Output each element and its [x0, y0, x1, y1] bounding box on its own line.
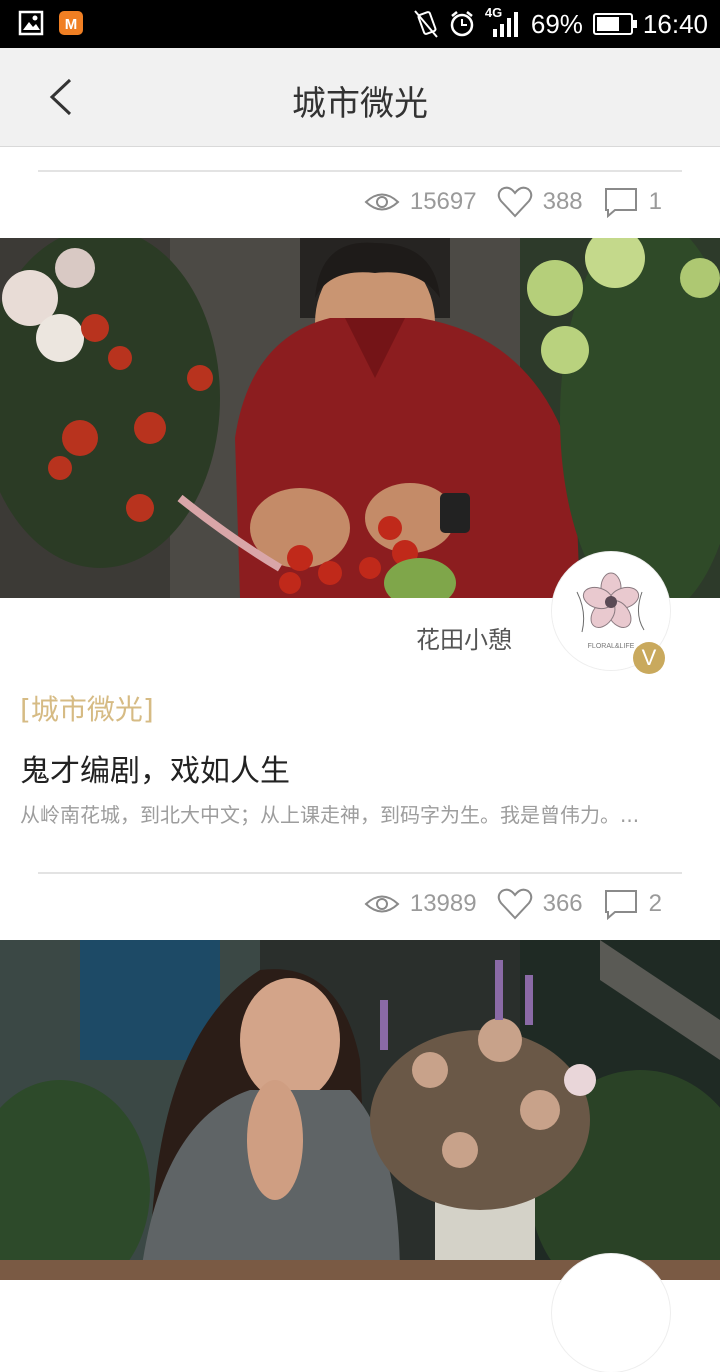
likes-stat[interactable]: 388	[497, 186, 583, 218]
comments-stat[interactable]: 1	[603, 186, 662, 218]
comments-count: 1	[648, 188, 662, 215]
article-title[interactable]: 鬼才编剧，戏如人生	[20, 746, 290, 790]
app-icon: M	[59, 11, 83, 35]
author-avatar[interactable]	[552, 1254, 670, 1372]
heart-icon	[497, 888, 532, 920]
vibrate-icon	[414, 10, 438, 38]
comment-icon	[604, 890, 637, 920]
heart-icon	[497, 186, 532, 218]
divider	[38, 170, 682, 172]
comments-count: 2	[648, 890, 662, 917]
eye-icon	[364, 895, 400, 913]
battery-percent: 69%	[530, 8, 583, 39]
article-cover-image[interactable]	[0, 238, 720, 598]
views-stat: 13989	[364, 890, 477, 918]
status-bar: M 4G 69% 16:40	[0, 0, 720, 48]
author-name[interactable]: 花田小憩	[416, 620, 512, 655]
article-summary: 从岭南花城，到北大中文；从上课走神，到码字为生。我是曾伟力。...	[20, 803, 640, 827]
article-cover-image[interactable]	[0, 940, 720, 1280]
eye-icon	[364, 193, 400, 211]
clock: 16:40	[642, 8, 708, 39]
likes-count: 388	[542, 188, 583, 215]
views-stat: 15697	[364, 188, 477, 216]
article-stats: 15697 388 1	[344, 186, 662, 218]
alarm-icon	[450, 11, 474, 37]
page-title: 城市微光	[292, 84, 428, 124]
verified-badge: V	[633, 642, 665, 674]
views-count: 15697	[409, 188, 477, 215]
comments-stat[interactable]: 2	[603, 888, 662, 920]
article-stats: 13989 366 2	[344, 888, 662, 920]
nav-header: 城市微光	[0, 48, 720, 147]
avatar-caption: FLORAL&LIFE	[588, 643, 635, 650]
gallery-icon	[18, 10, 44, 36]
signal-icon: 4G	[485, 5, 521, 39]
divider	[38, 872, 682, 874]
article-tag[interactable]: [城市微光]	[20, 688, 154, 728]
comment-icon	[604, 188, 637, 218]
florist-woman-photo	[0, 940, 720, 1280]
battery-icon	[592, 13, 637, 35]
svg-text:M: M	[65, 16, 78, 33]
likes-stat[interactable]: 366	[497, 888, 583, 920]
views-count: 13989	[409, 890, 477, 917]
likes-count: 366	[542, 890, 583, 917]
florist-photo	[0, 238, 720, 598]
